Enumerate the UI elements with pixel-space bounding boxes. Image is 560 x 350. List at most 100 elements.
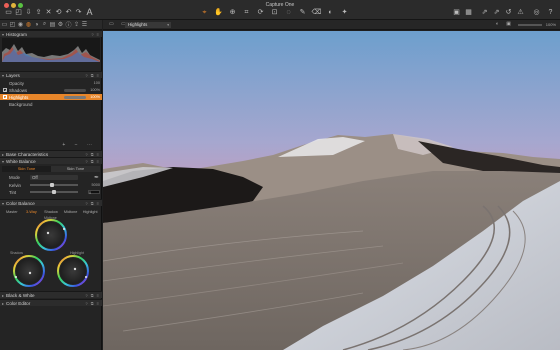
rotate-tool-icon[interactable]: ⟳ [256, 8, 265, 17]
color-tab-icon[interactable]: ◍ [25, 21, 32, 28]
lens-tab-icon[interactable]: ◉ [17, 21, 24, 28]
metadata-tab-icon[interactable]: ⓘ [65, 21, 72, 29]
histogram [2, 38, 100, 62]
opacity-value[interactable]: 100 [94, 81, 100, 85]
panel-options-icon[interactable]: ? ⧉ ≡ [85, 73, 100, 78]
crop-tool-icon[interactable]: ⌗ [242, 8, 251, 17]
white-balance-title: White Balance [6, 158, 36, 164]
image-viewer[interactable] [103, 31, 560, 350]
shadow-wheel[interactable] [13, 255, 45, 287]
tab-3-way[interactable]: 3-Way [22, 209, 42, 215]
kelvin-label: Kelvin [9, 182, 21, 188]
adjust-icon[interactable]: ⇗ [480, 8, 489, 17]
delete-icon[interactable]: ✕ [44, 8, 53, 17]
browser-mode-icon[interactable]: ▦ [464, 8, 473, 17]
keystone-tool-icon[interactable]: ⊡ [270, 8, 279, 17]
zoom-slider[interactable] [518, 24, 542, 26]
zoom-tool-icon[interactable]: ⊕ [228, 8, 237, 17]
tab-master[interactable]: Master [2, 209, 22, 215]
upload-icon[interactable]: ⇪ [34, 8, 43, 17]
layer-actions-icons[interactable]: + − ⋯ [62, 142, 96, 148]
panel-options-icon[interactable]: ? ⧉ ≡ [85, 201, 100, 206]
color-editor-header[interactable]: ▸ Color Editor ? ⧉ ≡ [0, 299, 102, 306]
black-white-header[interactable]: ▸ Black & White ? ⧉ ≡ [0, 291, 102, 298]
folder-icon[interactable]: ▭ [4, 8, 13, 17]
copy-icon[interactable]: ⇗ [492, 8, 501, 17]
text-icon[interactable]: A [85, 8, 94, 17]
layer-item-background[interactable]: Background [0, 101, 102, 107]
pan-tool-icon[interactable]: ✋ [214, 8, 223, 17]
gradient-tool-icon[interactable]: ◐ [326, 8, 335, 17]
copy-adjustments-icon[interactable]: ⟲ [54, 8, 63, 17]
panel-options-icon[interactable]: ? ⧉ ≡ [85, 159, 100, 164]
details-tab-icon[interactable]: ⌕ [41, 21, 48, 28]
title-bar: Capture One ▭ ◰ ⇩ ⇪ ✕ ⟲ ↶ ↷ A ⌖ ✋ ⊕ ⌗ ⟳ … [0, 0, 560, 20]
black-white-title: Black & White [6, 292, 35, 298]
layer-item-shadows[interactable]: ✓ Shadows 100% [0, 87, 102, 93]
reset-icon[interactable]: ↺ [504, 8, 513, 17]
layer-visibility-checkbox[interactable]: ✓ [3, 88, 7, 93]
highlight-wheel[interactable] [57, 255, 89, 287]
warning-icon[interactable]: ⚠ [516, 8, 525, 17]
camera-icon[interactable]: ◰ [14, 8, 23, 17]
adjustments-tab-icon[interactable]: ⚙ [57, 21, 64, 28]
base-characteristics-title: Base Characteristics [6, 151, 49, 157]
panel-options-icon[interactable]: ? ⧉ ≡ [85, 293, 100, 298]
picker-tool-icon[interactable]: ✦ [340, 8, 349, 17]
zoom-level[interactable]: 100% [546, 22, 556, 27]
image-selector[interactable]: Highlights [125, 22, 171, 28]
tint-value[interactable]: 0 [88, 190, 100, 195]
desert-dunes-photo [103, 31, 560, 350]
color-balance-header[interactable]: ▾ Color Balance ? ⧉ ≡ [0, 199, 102, 206]
kelvin-value[interactable]: 5000 [92, 183, 100, 187]
tint-knob[interactable] [52, 190, 56, 194]
tab-highlight[interactable]: Highlight [80, 209, 100, 215]
local-adjustments-tab-icon[interactable]: ▤ [49, 21, 56, 28]
viewer-icons[interactable]: ◐ ▣ [496, 21, 514, 27]
eyedropper-icon[interactable]: ✒ [94, 174, 99, 181]
tint-label: Tint [9, 189, 17, 195]
opacity-label: Opacity [9, 80, 24, 86]
cursor-tool-icon[interactable]: ⌖ [200, 8, 209, 17]
tab-skin-tone[interactable]: Skin Tone [2, 166, 51, 172]
layers-title: Layers [6, 72, 20, 78]
tab-skin-tone-secondary[interactable]: Skin Tone [51, 166, 100, 172]
tool-panel: ▭ ◰ ◉ ◍ ◑ ⌕ ▤ ⚙ ⓘ ⇪ ☰ ▾ Histogram ? ≡ ▾ … [0, 20, 102, 350]
library-tab-icon[interactable]: ▭ [1, 21, 8, 28]
mode-select[interactable]: Off [30, 174, 78, 180]
midtone-wheel[interactable] [35, 219, 67, 251]
layers-header[interactable]: ▾ Layers ? ⧉ ≡ [0, 71, 102, 78]
shadow-label: Shadow [10, 251, 23, 255]
capture-tab-icon[interactable]: ◰ [9, 21, 16, 28]
histogram-header[interactable]: ▾ Histogram ? ≡ [0, 30, 102, 37]
redo-icon[interactable]: ↷ [74, 8, 83, 17]
brush-tool-icon[interactable]: ✎ [298, 8, 307, 17]
tint-row: Tint 0 [0, 189, 102, 195]
wb-mode-row: Mode Off ✒ [0, 174, 102, 181]
layer-mask-indicator [64, 95, 86, 99]
layer-item-highlights[interactable]: ✓ Highlights 100% [0, 94, 102, 100]
panel-options-icon[interactable]: ? ≡ [91, 32, 100, 37]
undo-icon[interactable]: ↶ [64, 8, 73, 17]
viewer-mode-icon[interactable]: ▣ [452, 8, 461, 17]
kelvin-slider[interactable] [30, 183, 78, 187]
spot-tool-icon[interactable]: ◌ [284, 8, 293, 17]
tab-midtone[interactable]: Midtone [61, 209, 81, 215]
kelvin-knob[interactable] [50, 183, 54, 187]
tint-slider[interactable] [30, 190, 78, 194]
help-icon[interactable]: ? [546, 8, 555, 17]
layer-mask-indicator [64, 88, 86, 92]
proofing-icon[interactable]: ◎ [532, 8, 541, 17]
highlight-label: Highlight [70, 251, 84, 255]
base-characteristics-header[interactable]: ▸ Base Characteristics ? ⧉ ≡ [0, 150, 102, 157]
exposure-tab-icon[interactable]: ◑ [33, 21, 40, 28]
tab-shadow[interactable]: Shadow [41, 209, 61, 215]
output-tab-icon[interactable]: ⇪ [73, 21, 80, 28]
import-icon[interactable]: ⇩ [24, 8, 33, 17]
eraser-tool-icon[interactable]: ⌫ [312, 8, 322, 17]
batch-tab-icon[interactable]: ☰ [81, 21, 88, 28]
layer-visibility-checkbox[interactable]: ✓ [3, 95, 7, 100]
panel-options-icon[interactable]: ? ⧉ ≡ [85, 301, 100, 306]
white-balance-header[interactable]: ▾ White Balance ? ⧉ ≡ [0, 157, 102, 164]
app-title: Capture One [265, 2, 295, 8]
